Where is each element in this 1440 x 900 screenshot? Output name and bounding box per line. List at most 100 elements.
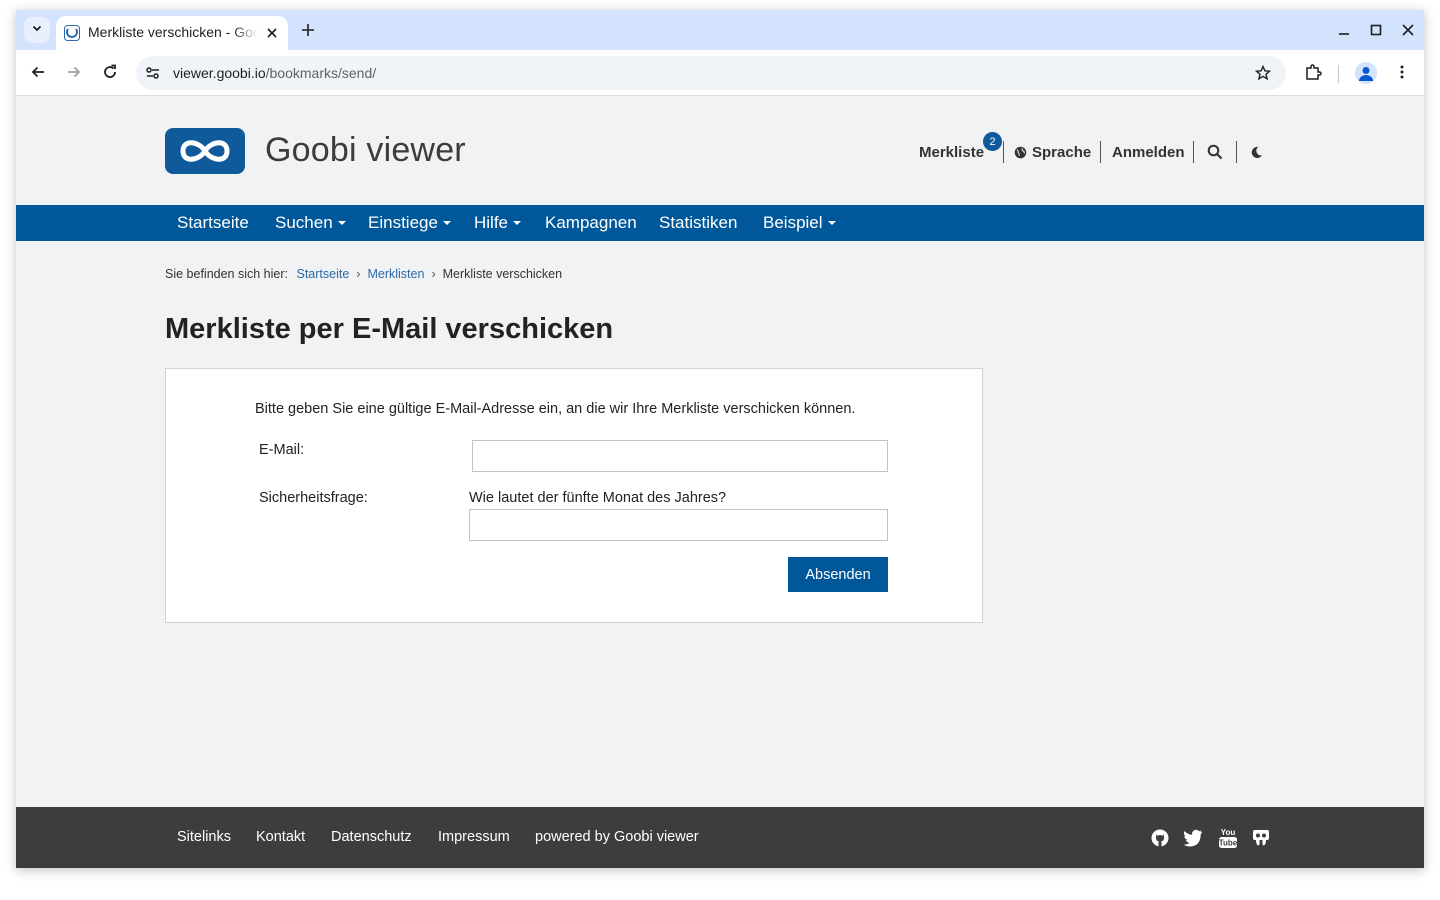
chevron-down-icon (31, 21, 43, 39)
svg-text:You: You (1221, 828, 1236, 837)
breadcrumb-separator: › (431, 267, 436, 281)
footer-link-powered-by[interactable]: powered by Goobi viewer (535, 829, 699, 845)
person-icon (1359, 67, 1373, 81)
goobi-favicon-icon (64, 25, 80, 41)
page-title: Merkliste per E-Mail verschicken (165, 313, 614, 345)
header-divider (1100, 141, 1101, 163)
extensions-button[interactable] (1303, 62, 1323, 82)
search-icon (1207, 144, 1223, 160)
caret-down-icon (442, 221, 451, 225)
nav-label: Startseite (177, 213, 249, 232)
new-tab-button[interactable] (298, 20, 318, 40)
plus-icon (302, 24, 314, 36)
tab-search-button[interactable] (24, 17, 50, 43)
goobi-logo[interactable] (165, 128, 245, 174)
bookmarks-label: Merkliste (919, 143, 985, 161)
reload-icon (104, 64, 116, 78)
more-vert-icon (1400, 65, 1404, 79)
tab-title: Merkliste verschicken - Goobi viewer (88, 24, 258, 40)
header-divider (1003, 141, 1004, 163)
dark-mode-toggle[interactable] (1250, 141, 1263, 163)
caret-down-icon (337, 221, 346, 225)
puzzle-icon (1306, 64, 1322, 80)
nav-hilfe[interactable]: Hilfe (474, 213, 522, 233)
svg-text:Tube: Tube (1219, 839, 1238, 848)
profile-avatar[interactable] (1355, 62, 1377, 84)
browser-window: Merkliste verschicken - Goobi viewer (16, 10, 1424, 868)
footer-link-impressum[interactable]: Impressum (438, 829, 510, 845)
site-settings-icon[interactable] (144, 64, 162, 82)
submit-button[interactable]: Absenden (788, 557, 888, 592)
login-label: Anmelden (1112, 143, 1185, 161)
security-answer-field[interactable] (469, 509, 888, 541)
url-text: viewer.goobi.io/bookmarks/send/ (173, 65, 376, 81)
nav-label: Suchen (275, 213, 333, 232)
breadcrumb-link-startseite[interactable]: Startseite (296, 267, 349, 281)
minimize-icon (1339, 33, 1349, 35)
security-question-text: Wie lautet der fünfte Monat des Jahres? (469, 490, 727, 506)
nav-label: Statistiken (659, 213, 738, 232)
moon-icon (1251, 146, 1263, 158)
bookmark-star-icon[interactable] (1254, 64, 1272, 82)
back-button[interactable] (28, 62, 48, 82)
nav-kampagnen[interactable]: Kampagnen (545, 213, 637, 233)
caret-down-icon (513, 221, 522, 225)
globe-icon (1014, 146, 1027, 158)
search-button[interactable] (1207, 141, 1223, 163)
web-page: Goobi viewer Merkliste 2 Sprache Anmelde… (16, 97, 1424, 868)
login-link[interactable]: Anmelden (1112, 141, 1185, 163)
slideshare-icon[interactable] (1250, 827, 1272, 849)
close-window-button[interactable] (1400, 22, 1416, 38)
footer-link-datenschutz[interactable]: Datenschutz (331, 829, 412, 845)
twitter-icon[interactable] (1182, 827, 1204, 849)
url-path: /bookmarks/send/ (265, 65, 377, 81)
language-label: Sprache (1032, 143, 1092, 161)
breadcrumb-link-merklisten[interactable]: Merklisten (367, 267, 424, 281)
url-host: viewer.goobi.io (173, 65, 266, 81)
browser-toolbar: viewer.goobi.io/bookmarks/send/ (16, 50, 1424, 96)
header-divider (1236, 141, 1237, 163)
nav-beispiel[interactable]: Beispiel (763, 213, 836, 233)
nav-label: Einstiege (368, 213, 438, 232)
language-link[interactable]: Sprache (1014, 141, 1091, 163)
form-intro-text: Bitte geben Sie eine gültige E-Mail-Adre… (255, 401, 856, 417)
nav-einstiege[interactable]: Einstiege (368, 213, 451, 233)
nav-suchen[interactable]: Suchen (275, 213, 346, 233)
send-bookmarks-form: Bitte geben Sie eine gültige E-Mail-Adre… (165, 368, 983, 623)
breadcrumb-separator: › (356, 267, 361, 281)
maximize-window-button[interactable] (1368, 22, 1384, 38)
security-question-label: Sicherheitsfrage: (259, 490, 368, 506)
site-header: Goobi viewer Merkliste 2 Sprache Anmelde… (16, 97, 1424, 205)
forward-button[interactable] (64, 62, 84, 82)
browser-tab-active[interactable]: Merkliste verschicken - Goobi viewer (56, 16, 288, 50)
address-bar[interactable]: viewer.goobi.io/bookmarks/send/ (136, 56, 1286, 90)
infinity-icon (180, 140, 230, 162)
nav-statistiken[interactable]: Statistiken (659, 213, 737, 233)
github-icon[interactable] (1149, 827, 1171, 849)
site-name[interactable]: Goobi viewer (265, 131, 466, 170)
nav-label: Kampagnen (545, 213, 637, 232)
site-footer: Sitelinks Kontakt Datenschutz Impressum … (16, 807, 1424, 868)
nav-label: Hilfe (474, 213, 509, 232)
bookmarks-count-badge: 2 (983, 132, 1002, 151)
footer-link-sitelinks[interactable]: Sitelinks (177, 829, 231, 845)
close-icon (1402, 24, 1414, 36)
browser-menu-button[interactable] (1392, 62, 1412, 82)
nav-label: Beispiel (763, 213, 823, 232)
close-tab-icon[interactable] (264, 25, 280, 41)
arrow-right-icon (68, 66, 81, 78)
arrow-left-icon (31, 66, 44, 78)
nav-startseite[interactable]: Startseite (177, 213, 249, 233)
breadcrumb: Sie befinden sich hier: Startseite › Merkl… (165, 267, 562, 281)
minimize-window-button[interactable] (1336, 22, 1352, 38)
caret-down-icon (827, 221, 836, 225)
reload-button[interactable] (100, 62, 120, 82)
header-divider (1193, 141, 1194, 163)
youtube-icon[interactable]: You Tube (1217, 827, 1239, 849)
email-field[interactable] (472, 440, 888, 472)
maximize-icon (1370, 24, 1382, 36)
toolbar-divider (1338, 65, 1339, 83)
breadcrumb-current: Merkliste verschicken (442, 267, 563, 281)
footer-link-kontakt[interactable]: Kontakt (256, 829, 305, 845)
bookmarks-link[interactable]: Merkliste (919, 141, 984, 163)
